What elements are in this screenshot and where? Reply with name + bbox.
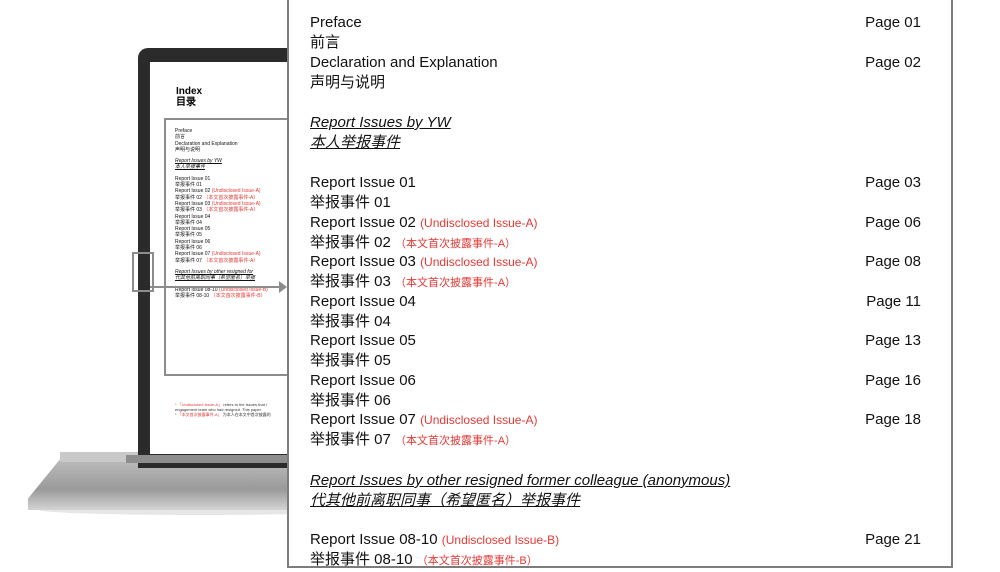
entry-issue-page: Page 13 xyxy=(865,332,921,349)
entry-issue-page: Page 11 xyxy=(866,292,921,310)
entry-issue: Report Issue 07 (Undisclosed Issue-A) 举报事… xyxy=(310,410,921,450)
entry-issue-cn: 举报事件 05 xyxy=(310,352,391,369)
section-heading-yw-en: Report Issues by YW xyxy=(310,114,451,131)
entry-issue: Report Issue 02 (Undisclosed Issue-A) 举报事… xyxy=(310,213,921,253)
entry-issue-page: Page 18 xyxy=(865,411,921,428)
entry-issue-en: Report Issue 05 xyxy=(310,332,416,349)
entry-issue-cn-red: （本文首次披露事件-A） xyxy=(395,277,517,289)
entry-issue-en-red: (Undisclosed Issue-A) xyxy=(420,413,538,427)
mini-list-item-text: 代其他前离职同事（希望匿名）举报 xyxy=(175,275,256,282)
entry-issue-cn-red: （本文首次披露事件-A） xyxy=(395,435,517,447)
section-heading-yw-cn: 本人举报事件 xyxy=(310,134,401,151)
mini-list-item-text: 举报事件 08-10 xyxy=(175,292,211,299)
entry-issue-08-10-cn-red: （本文首次披露事件-B） xyxy=(416,555,538,567)
entry-issue-en: Report Issue 01 xyxy=(310,174,416,191)
entry-issue-en: Report Issue 07 xyxy=(310,411,421,428)
mini-index-title: Index 目录 xyxy=(176,86,202,108)
zoom-arrow-icon xyxy=(279,281,287,293)
entry-issue-cn-red: （本文首次披露事件-A） xyxy=(395,237,517,250)
entry-issue-cn: 举报事件 06 xyxy=(310,391,391,409)
mini-list-item-text: Report Issue 02 xyxy=(175,188,212,195)
mini-list-item-red: （本文首次披露事件-A） xyxy=(203,257,259,264)
section-heading-colleague-cn: 代其他前离职同事（希望匿名）举报事件 xyxy=(310,492,581,509)
entry-issue: Report Issue 04 举报事件 04 Page 11 xyxy=(310,292,921,332)
entry-issue: Report Issue 06 举报事件 06 Page 16 xyxy=(310,371,921,411)
mini-list-item-red: (Undisclosed Issue-A) xyxy=(211,251,261,258)
section-heading-colleague: Report Issues by other resigned former c… xyxy=(310,471,730,511)
entry-issue-cn: 举报事件 01 xyxy=(310,194,391,211)
entry-issue-en: Report Issue 04 xyxy=(310,292,416,310)
mini-list-item-red: （本文首次披露事件-A） xyxy=(203,207,259,214)
mini-footnote-3-red: * 「本文首次披露事件-A」 xyxy=(175,412,222,417)
mini-footnote-3: 为本人在本文中首次披露的 xyxy=(221,412,271,417)
entry-declaration: Declaration and Explanation 声明与说明 Page 0… xyxy=(310,53,921,93)
entry-preface-page: Page 01 xyxy=(865,14,921,31)
mini-list-item-text: Report Issue 06 xyxy=(175,238,211,245)
section-heading-yw: Report Issues by YW 本人举报事件 xyxy=(310,113,451,153)
mini-list-item-text: Report Issue 07 xyxy=(175,251,212,258)
mini-list-item-text: 声明与说明 xyxy=(175,146,201,153)
entry-declaration-cn: 声明与说明 xyxy=(310,74,386,91)
entry-issue-08-10-page: Page 21 xyxy=(865,531,921,548)
mini-list-item-text: 举报事件 02 xyxy=(175,194,204,201)
entry-issue-en-red: (Undisclosed Issue-A) xyxy=(420,255,538,269)
mini-list-item-text: 举报事件 06 xyxy=(175,245,202,252)
entry-issue-08-10-en: Report Issue 08-10 xyxy=(310,531,442,548)
laptop-hinge xyxy=(126,455,306,463)
entry-issue: Report Issue 05 举报事件 05 Page 13 xyxy=(310,331,921,371)
entry-issue-page: Page 16 xyxy=(865,371,921,389)
mini-list-item-text: 举报事件 04 xyxy=(175,219,202,226)
entry-issue-page: Page 06 xyxy=(865,213,921,231)
mini-list-item-text: Report Issue 01 xyxy=(175,175,211,182)
entry-issue-cn: 举报事件 03 xyxy=(310,273,396,290)
zoom-connector-line xyxy=(150,286,280,288)
mini-list-item-text: Report Issue 04 xyxy=(175,213,211,220)
mini-list-item-red: （本文首次披露事件-A） xyxy=(203,194,259,201)
laptop-screen: Index 目录 Preface 前言 Declaration and Explan… xyxy=(150,62,300,454)
entry-issue-en-red: (Undisclosed Issue-A) xyxy=(420,215,538,230)
mini-footnote: * 「Undisclosed Issue-A」 refers to the is… xyxy=(175,402,271,417)
mini-list-item-text: 举报事件 05 xyxy=(175,232,202,239)
entry-declaration-en: Declaration and Explanation xyxy=(310,54,498,71)
entry-issue-08-10-cn: 举报事件 08-10 xyxy=(310,551,417,568)
mini-list-item-text: 前言 xyxy=(175,134,186,141)
entry-issue-en: Report Issue 06 xyxy=(310,371,416,389)
mini-list-item-text: 举报事件 07 xyxy=(175,257,204,264)
mini-list-item-text: 举报事件 01 xyxy=(175,182,202,189)
entry-issue-cn: 举报事件 02 xyxy=(310,233,396,251)
mini-list-item: 举报事件 08-10 （本文首次披露事件-B） xyxy=(175,293,300,299)
entry-issue-08-10: Report Issue 08-10 (Undisclosed Issue-B)… xyxy=(310,530,921,568)
entry-preface-en: Preface xyxy=(310,14,362,31)
mini-list-item-red: （本文首次披露事件-B） xyxy=(210,292,266,299)
section-heading-colleague-en: Report Issues by other resigned former c… xyxy=(310,472,731,489)
mini-list-item-red: (Undisclosed Issue-A) xyxy=(211,188,261,195)
enlarged-index-panel: Preface 前言 Page 01 Declaration and Expla… xyxy=(287,0,953,568)
entry-issue: Report Issue 01 举报事件 01 Page 03 xyxy=(310,173,921,213)
entry-issue: Report Issue 03 (Undisclosed Issue-A) 举报事… xyxy=(310,252,921,292)
entry-issue-cn: 举报事件 04 xyxy=(310,312,391,330)
mini-index-title-en: Index xyxy=(176,86,203,97)
mini-list-item-text: 举报事件 03 xyxy=(175,207,204,214)
entry-preface-cn: 前言 xyxy=(310,34,341,51)
entry-issue-page: Page 08 xyxy=(865,253,921,270)
entry-preface: Preface 前言 Page 01 xyxy=(310,13,921,53)
entry-issue-en: Report Issue 02 xyxy=(310,213,421,231)
mini-index-title-cn: 目录 xyxy=(176,97,196,108)
entry-issue-en: Report Issue 03 xyxy=(310,253,421,270)
mini-list-item-text: 本人举报事件 xyxy=(175,164,206,171)
mini-list-item-text: Declaration and Explanation xyxy=(175,140,238,147)
entry-issue-page: Page 03 xyxy=(865,174,921,191)
mini-index-list: Preface 前言 Declaration and Explanation 声明与说… xyxy=(175,128,300,299)
entry-issue-08-10-en-red: (Undisclosed Issue-B) xyxy=(441,533,560,547)
entry-declaration-page: Page 02 xyxy=(865,54,921,71)
entry-issue-cn: 举报事件 07 xyxy=(310,431,396,448)
